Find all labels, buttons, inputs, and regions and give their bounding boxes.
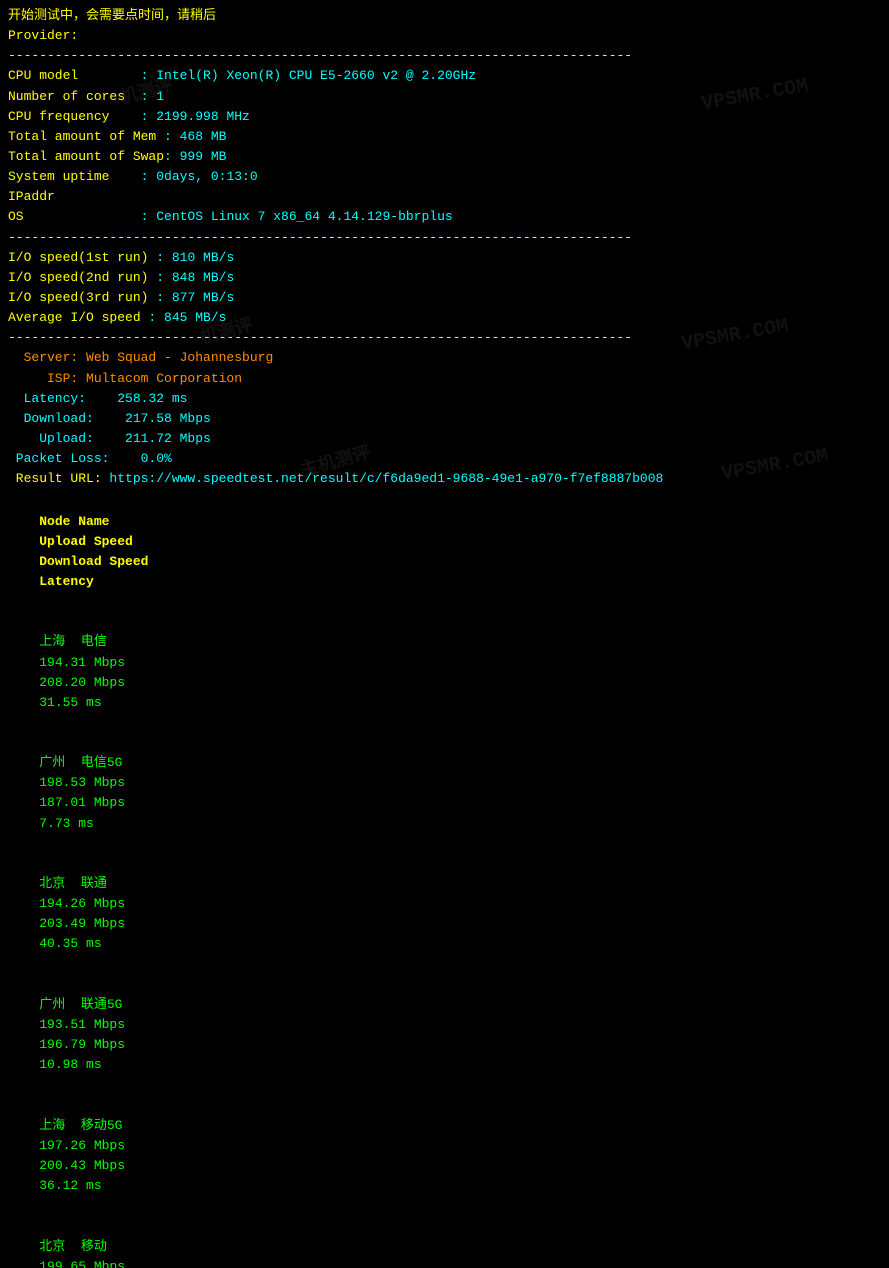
num-cores: Number of cores : 1 bbox=[8, 87, 881, 107]
swap-total: Total amount of Swap: 999 MB bbox=[8, 147, 881, 167]
st-upload: Upload: 211.72 Mbps bbox=[8, 429, 881, 449]
node-table-header: Node Name Upload Speed Download Speed La… bbox=[8, 491, 881, 612]
io-1st: I/O speed(1st run) : 810 MB/s bbox=[8, 248, 881, 268]
io-2nd: I/O speed(2nd run) : 848 MB/s bbox=[8, 268, 881, 288]
mem-total: Total amount of Mem : 468 MB bbox=[8, 127, 881, 147]
cpu-model: CPU model : Intel(R) Xeon(R) CPU E5-2660… bbox=[8, 66, 881, 86]
node-row-5: 北京 移动 199.65 Mbps 205.19 Mbps 45.45 ms bbox=[8, 1216, 881, 1268]
st-server: Server: Web Squad - Johannesburg bbox=[8, 348, 881, 368]
divider-3: ----------------------------------------… bbox=[8, 328, 881, 348]
io-avg: Average I/O speed : 845 MB/s bbox=[8, 308, 881, 328]
st-download: Download: 217.58 Mbps bbox=[8, 409, 881, 429]
st-result: Result URL: https://www.speedtest.net/re… bbox=[8, 469, 881, 489]
st-latency: Latency: 258.32 ms bbox=[8, 389, 881, 409]
io-section: I/O speed(1st run) : 810 MB/s I/O speed(… bbox=[8, 248, 881, 329]
st-packet: Packet Loss: 0.0% bbox=[8, 449, 881, 469]
ipaddr: IPaddr bbox=[8, 187, 881, 207]
node-row-3: 广州 联通5G 193.51 Mbps 196.79 Mbps 10.98 ms bbox=[8, 975, 881, 1096]
uptime: System uptime : 0days, 0:13:0 bbox=[8, 167, 881, 187]
st-isp: ISP: Multacom Corporation bbox=[8, 369, 881, 389]
sysinfo-section: CPU model : Intel(R) Xeon(R) CPU E5-2660… bbox=[8, 66, 881, 227]
speedtest-section: Server: Web Squad - Johannesburg ISP: Mu… bbox=[8, 348, 881, 489]
header-provider: Provider: bbox=[8, 26, 881, 46]
divider-1: ----------------------------------------… bbox=[8, 46, 881, 66]
terminal: 机测评 VPSMR.COM 机测评 VPSMR.COM 主机测评 VPSMR.C… bbox=[0, 0, 889, 1268]
divider-2: ----------------------------------------… bbox=[8, 228, 881, 248]
io-3rd: I/O speed(3rd run) : 877 MB/s bbox=[8, 288, 881, 308]
header-line1: 开始测试中，会需要点时间，请稍后 bbox=[8, 6, 881, 26]
node-row-2: 北京 联通 194.26 Mbps 203.49 Mbps 40.35 ms bbox=[8, 854, 881, 975]
node-row-1: 广州 电信5G 198.53 Mbps 187.01 Mbps 7.73 ms bbox=[8, 733, 881, 854]
node-row-0: 上海 电信 194.31 Mbps 208.20 Mbps 31.55 ms bbox=[8, 612, 881, 733]
node-row-4: 上海 移动5G 197.26 Mbps 200.43 Mbps 36.12 ms bbox=[8, 1096, 881, 1217]
cpu-freq: CPU frequency : 2199.998 MHz bbox=[8, 107, 881, 127]
os: OS : CentOS Linux 7 x86_64 4.14.129-bbrp… bbox=[8, 207, 881, 227]
